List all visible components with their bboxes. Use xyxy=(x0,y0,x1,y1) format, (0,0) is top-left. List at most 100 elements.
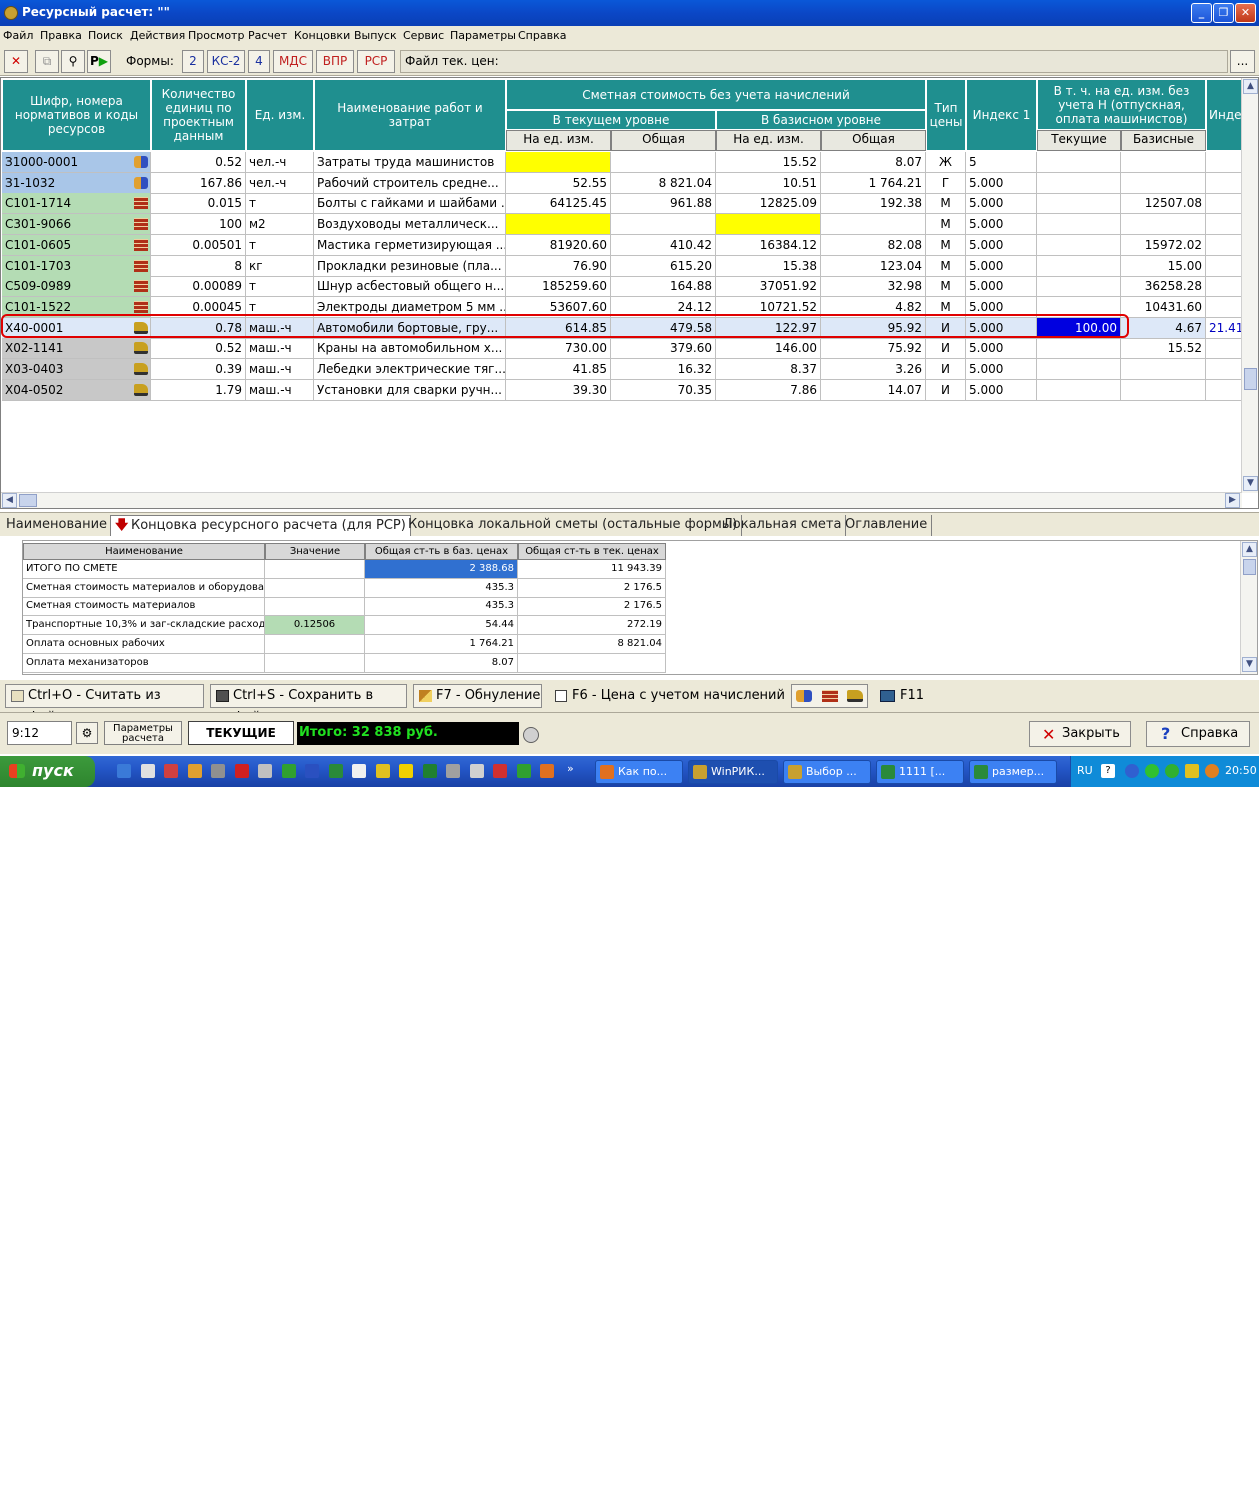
cell-name[interactable]: Установки для сварки ручн... xyxy=(314,379,506,401)
cell-cur-total[interactable]: 164.88 xyxy=(611,276,716,298)
form-ks2-button[interactable]: КС-2 xyxy=(207,50,245,73)
summary-cell-base[interactable]: 2 388.68 xyxy=(365,560,518,579)
time-field[interactable]: 9:12 xyxy=(7,721,72,745)
grid-row[interactable]: С101-0605 0.00501 т Мастика герметизирующая… xyxy=(1,234,1246,256)
cell-cur-total[interactable] xyxy=(611,214,716,236)
menu-params[interactable]: Параметры xyxy=(450,29,516,42)
form-mds-button[interactable]: МДС xyxy=(273,50,313,73)
summary-cell-name[interactable]: Оплата механизаторов xyxy=(23,653,265,673)
summary-header-cur[interactable]: Общая ст-ть в тек. ценах xyxy=(518,543,666,560)
cell-extra[interactable]: 21.413 xyxy=(1206,317,1246,339)
cell-name[interactable]: Шнур асбестовый общего н... xyxy=(314,276,506,298)
cell-base-total[interactable]: 32.98 xyxy=(821,276,926,298)
cell-index[interactable]: 5.000 xyxy=(966,359,1037,380)
grid-row[interactable]: З1-1032 167.86 чел.-ч Рабочий строитель сре… xyxy=(1,172,1246,194)
header-index-cut[interactable]: Инде xyxy=(1206,79,1246,151)
cell-extra[interactable] xyxy=(1206,359,1246,380)
cell-cur-unit[interactable]: 39.30 xyxy=(506,379,611,401)
summary-cell-name[interactable]: Сметная стоимость материалов и оборудова… xyxy=(23,578,265,598)
more-icons-chevron-icon[interactable]: » xyxy=(567,762,574,775)
menu-service[interactable]: Сервис xyxy=(403,29,444,42)
cell-base-unit[interactable]: 15.52 xyxy=(716,152,821,173)
network-icon[interactable] xyxy=(1145,764,1159,778)
cell-extra[interactable] xyxy=(1206,255,1246,277)
cell-ptype[interactable]: М xyxy=(926,234,966,256)
cell-ptype[interactable]: М xyxy=(926,193,966,215)
truck-filter-icon[interactable] xyxy=(847,690,863,702)
cell-incl-base[interactable] xyxy=(1121,359,1206,380)
cell-unit[interactable]: т xyxy=(246,234,314,256)
sum-icon[interactable] xyxy=(1185,764,1199,778)
cell-cur-total[interactable]: 8 821.04 xyxy=(611,172,716,194)
cell-base-total[interactable] xyxy=(821,214,926,236)
cell-qty[interactable]: 8 xyxy=(151,255,246,277)
brick-filter-icon[interactable] xyxy=(822,690,838,702)
cell-extra[interactable] xyxy=(1206,379,1246,401)
form-rsr-button[interactable]: РСР xyxy=(357,50,395,73)
binoculars-icon[interactable]: ⚲ xyxy=(61,50,85,73)
summary-cell-base[interactable]: 8.07 xyxy=(365,653,518,673)
cell-cur-unit[interactable]: 76.90 xyxy=(506,255,611,277)
browse-button[interactable]: ... xyxy=(1230,50,1255,73)
form-vpr-button[interactable]: ВПР xyxy=(316,50,354,73)
cell-name[interactable]: Рабочий строитель средне... xyxy=(314,172,506,194)
cell-index[interactable]: 5.000 xyxy=(966,214,1037,236)
globe-icon[interactable] xyxy=(281,764,296,778)
maximize-button[interactable]: ❐ xyxy=(1213,3,1234,23)
summary-cell-value[interactable] xyxy=(265,597,365,617)
tab-name[interactable]: Наименование xyxy=(2,515,113,536)
people-filter-icon[interactable] xyxy=(796,690,812,702)
cell-extra[interactable] xyxy=(1206,152,1246,173)
cell-unit[interactable]: т xyxy=(246,193,314,215)
antivirus-icon[interactable] xyxy=(1165,764,1179,778)
summary-cell-cur[interactable]: 2 176.5 xyxy=(518,578,666,598)
menu-calc[interactable]: Расчет xyxy=(248,29,287,42)
form-4-button[interactable]: 4 xyxy=(248,50,270,73)
cell-cur-unit[interactable]: 730.00 xyxy=(506,338,611,360)
cell-cur-total[interactable]: 379.60 xyxy=(611,338,716,360)
cell-extra[interactable] xyxy=(1206,296,1246,318)
summary-cell-cur[interactable]: 2 176.5 xyxy=(518,597,666,617)
hscroll-thumb[interactable] xyxy=(19,494,37,507)
reset-button[interactable]: F7 - Обнуление xyxy=(413,684,542,708)
cell-incl-cur[interactable] xyxy=(1037,193,1121,215)
cell-unit[interactable]: м2 xyxy=(246,214,314,236)
x-icon[interactable] xyxy=(234,764,249,778)
menu-search[interactable]: Поиск xyxy=(88,29,123,42)
summary-scroll-down-icon[interactable]: ▼ xyxy=(1242,657,1257,672)
cell-ptype[interactable]: Ж xyxy=(926,152,966,173)
cell-ptype[interactable]: И xyxy=(926,379,966,401)
cell-base-unit[interactable]: 10.51 xyxy=(716,172,821,194)
cell-name[interactable]: Болты с гайками и шайбами ... xyxy=(314,193,506,215)
task-size[interactable]: размер... xyxy=(969,760,1057,784)
close-button[interactable]: ✕ Закрыть xyxy=(1029,721,1131,747)
tab-contents[interactable]: Оглавление xyxy=(841,515,933,536)
tab-rsr-ending[interactable]: 🡇 Концовка ресурсного расчета (для РСР) xyxy=(110,515,411,536)
summary-cell-base[interactable]: 1 764.21 xyxy=(365,634,518,654)
load-from-file-button[interactable]: Ctrl+O - Считать из файла xyxy=(5,684,204,725)
cell-base-unit[interactable]: 37051.92 xyxy=(716,276,821,298)
cell-cur-unit[interactable] xyxy=(506,152,611,173)
menu-file[interactable]: Файл xyxy=(3,29,33,42)
price-checkbox[interactable] xyxy=(555,690,567,702)
cell-index[interactable]: 5.000 xyxy=(966,276,1037,298)
tree-icon[interactable] xyxy=(422,764,437,778)
scroll-down-icon[interactable]: ▼ xyxy=(1243,476,1258,491)
firefox-icon[interactable] xyxy=(540,764,554,778)
cell-index[interactable]: 5.000 xyxy=(966,379,1037,401)
help-tray-icon[interactable]: ? xyxy=(1101,764,1115,778)
form-2-button[interactable]: 2 xyxy=(182,50,204,73)
header-cur-total[interactable]: Общая xyxy=(611,130,716,151)
summary-scroll-up-icon[interactable]: ▲ xyxy=(1242,542,1257,557)
summary-cell-name[interactable]: ИТОГО ПО СМЕТЕ xyxy=(23,560,265,579)
cell-incl-cur[interactable] xyxy=(1037,234,1121,256)
document-icon[interactable] xyxy=(352,764,366,778)
cell-base-total[interactable]: 123.04 xyxy=(821,255,926,277)
grid-row[interactable]: С101-1703 8 кг Прокладки резиновые (пла... 7… xyxy=(1,255,1246,277)
task-winrik[interactable]: WinРИК... xyxy=(688,760,778,784)
cell-name[interactable]: Мастика герметизирующая ... xyxy=(314,234,506,256)
menu-output[interactable]: Выпуск xyxy=(354,29,397,42)
cell-qty[interactable]: 167.86 xyxy=(151,172,246,194)
cell-cur-unit[interactable]: 185259.60 xyxy=(506,276,611,298)
tools-icon[interactable] xyxy=(211,764,225,778)
